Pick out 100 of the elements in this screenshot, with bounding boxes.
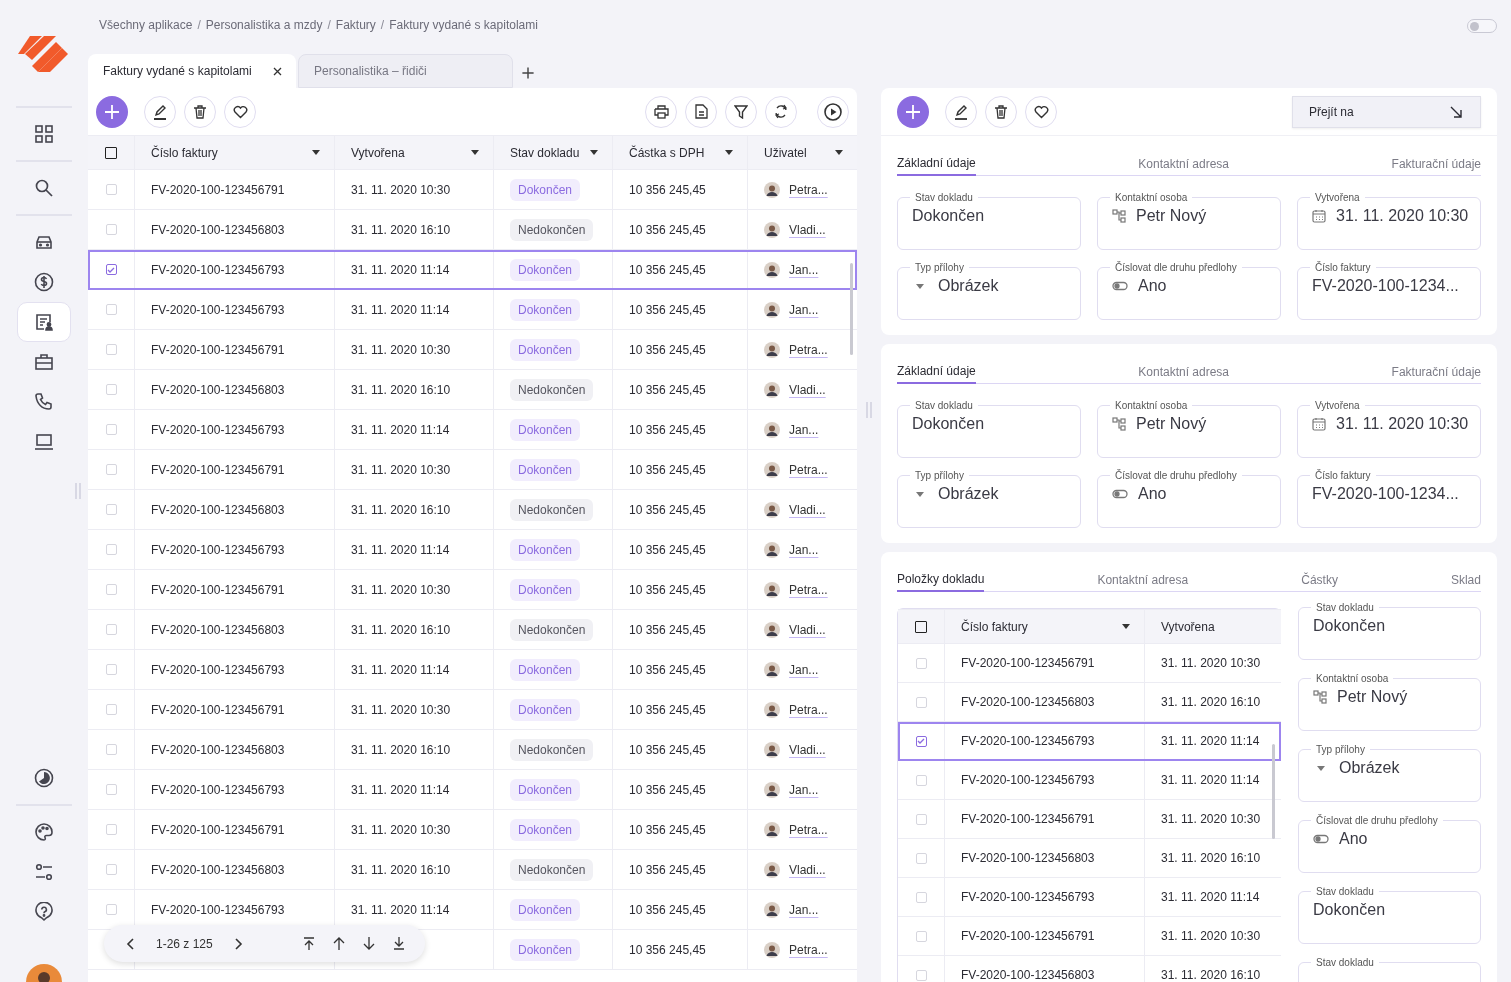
form-field[interactable]: Stav dokladu [1298, 957, 1481, 982]
edit-button[interactable] [144, 95, 176, 128]
form-field[interactable]: Vytvořena 31. 11. 2020 10:30 [1297, 192, 1481, 250]
form-field[interactable]: Číslovat dle druhu předlohy Ano [1298, 815, 1481, 873]
user-link[interactable]: Vladi... [789, 382, 826, 397]
column-header[interactable]: Číslo faktury [135, 136, 335, 169]
status-badge: Dokončen [510, 538, 581, 561]
form-field[interactable]: Stav dokladu Dokončen [897, 192, 1081, 250]
form-field[interactable]: Stav dokladu Dokončen [1298, 602, 1481, 660]
column-header[interactable]: Vytvořena [335, 136, 494, 169]
form-field[interactable]: Typ přílohy Obrázek [897, 470, 1081, 528]
section-tab[interactable]: Kontaktní adresa [1138, 152, 1230, 175]
section-tab[interactable]: Základní údaje [897, 152, 976, 176]
add-button[interactable] [96, 95, 128, 128]
form-field[interactable]: Vytvořena 31. 11. 2020 10:30 [1297, 400, 1481, 458]
user-link[interactable]: Jan... [789, 302, 819, 317]
column-header[interactable]: Uživatel [748, 136, 857, 169]
field-label: Kontaktní osoba [1114, 400, 1189, 411]
favorite-button[interactable] [1025, 95, 1057, 128]
section-tab[interactable]: Položky dokladu [897, 568, 985, 592]
form-field[interactable]: Kontaktní osoba Petr Nový [1097, 192, 1281, 250]
go-to-button[interactable]: Přejít na [1292, 95, 1481, 128]
user-link[interactable]: Petra... [789, 342, 828, 357]
user-link[interactable]: Vladi... [789, 622, 826, 637]
section-tab[interactable]: Fakturační údaje [1391, 152, 1481, 175]
resize-handle[interactable] [75, 483, 81, 499]
user-link[interactable]: Jan... [789, 902, 819, 917]
form-field[interactable]: Typ přílohy Obrázek [1298, 744, 1481, 802]
form-field[interactable]: Stav dokladu Dokončen [1298, 886, 1481, 944]
user-link[interactable]: Petra... [789, 582, 828, 597]
checkbox[interactable] [915, 735, 927, 747]
checkbox[interactable] [105, 264, 117, 275]
theme-switch[interactable] [1467, 19, 1497, 33]
user-link[interactable]: Jan... [789, 422, 819, 437]
user-link[interactable]: Petra... [789, 942, 828, 957]
breadcrumb-link[interactable]: Faktury [335, 18, 376, 32]
scrollbar[interactable] [1272, 744, 1275, 839]
nav-item[interactable] [17, 302, 71, 342]
column-header[interactable]: Stav dokladu [494, 136, 613, 169]
favorite-button[interactable] [224, 95, 256, 128]
column-header[interactable]: Částka s DPH [613, 136, 748, 169]
section-tab[interactable]: Sklad [1450, 568, 1481, 591]
plus-icon [521, 66, 535, 80]
user-link[interactable]: Jan... [789, 782, 819, 797]
breadcrumb-link[interactable]: Faktury vydané s kapitolami [389, 18, 538, 32]
delete-button[interactable] [184, 95, 216, 128]
user-link[interactable]: Vladi... [789, 862, 826, 877]
section-tab[interactable]: Fakturační údaje [1391, 360, 1481, 383]
column-header[interactable]: Vytvořena [1145, 610, 1281, 643]
sliders-icon [34, 862, 54, 882]
filter-button[interactable] [725, 95, 757, 128]
user-link[interactable]: Vladi... [789, 502, 826, 517]
form-field[interactable]: Číslo faktury FV-2020-100-1234... [1297, 262, 1481, 320]
section-tab[interactable]: Kontaktní adresa [1097, 568, 1189, 591]
play-button[interactable] [817, 95, 849, 128]
add-button[interactable] [897, 95, 929, 128]
table-cell: 10 356 245,45 [629, 382, 706, 397]
document-tab[interactable]: Personalistika – řidiči [298, 54, 513, 88]
table-cell: 10 356 245,45 [629, 182, 706, 197]
form-field[interactable]: Číslo faktury FV-2020-100-1234... [1297, 470, 1481, 528]
table-cell: 31. 11. 2020 11:14 [351, 542, 450, 557]
section-tab[interactable]: Částky [1301, 568, 1338, 591]
table-cell: 10 356 245,45 [629, 622, 706, 637]
user-link[interactable]: Petra... [789, 702, 828, 717]
table-cell: 31. 11. 2020 11:14 [351, 662, 450, 677]
breadcrumb-link[interactable]: Všechny aplikace [99, 18, 193, 32]
user-link[interactable]: Jan... [789, 262, 819, 277]
user-link[interactable]: Petra... [789, 462, 828, 477]
user-link[interactable]: Jan... [789, 542, 819, 557]
form-field[interactable]: Typ přílohy Obrázek [897, 262, 1081, 320]
user-link[interactable]: Jan... [789, 662, 819, 677]
user-link[interactable]: Petra... [789, 822, 828, 837]
scrollbar[interactable] [850, 263, 853, 355]
form-field[interactable]: Kontaktní osoba Petr Nový [1097, 400, 1281, 458]
breadcrumb-link[interactable]: Personalistika a mzdy [205, 18, 323, 32]
checkbox[interactable] [915, 620, 927, 633]
section-tab[interactable]: Základní údaje [897, 360, 976, 384]
form-field[interactable]: Číslovat dle druhu předlohy Ano [1097, 470, 1281, 528]
field-value: Ano [1138, 277, 1167, 295]
document-tab[interactable]: Faktury vydané s kapitolami [88, 54, 296, 88]
delete-button[interactable] [985, 95, 1017, 128]
user-link[interactable]: Petra... [789, 182, 828, 197]
form-field[interactable]: Kontaktní osoba Petr Nový [1298, 673, 1481, 731]
table-cell: FV-2020-100-123456791 [151, 182, 285, 197]
avatar-icon [764, 461, 780, 478]
edit-button[interactable] [945, 95, 977, 128]
refresh-button[interactable] [765, 95, 797, 128]
status-badge: Nedokončen [510, 738, 594, 761]
export-button[interactable] [685, 95, 717, 128]
logo[interactable] [18, 36, 68, 72]
form-field[interactable]: Stav dokladu Dokončen [897, 400, 1081, 458]
user-link[interactable]: Vladi... [789, 742, 826, 757]
avatar-icon [764, 941, 780, 958]
resize-handle[interactable] [866, 402, 872, 418]
user-link[interactable]: Vladi... [789, 222, 826, 237]
form-field[interactable]: Číslovat dle druhu předlohy Ano [1097, 262, 1281, 320]
section-tab[interactable]: Kontaktní adresa [1138, 360, 1230, 383]
print-button[interactable] [645, 95, 677, 128]
column-header[interactable]: Číslo faktury [945, 610, 1145, 643]
checkbox[interactable] [105, 146, 117, 159]
